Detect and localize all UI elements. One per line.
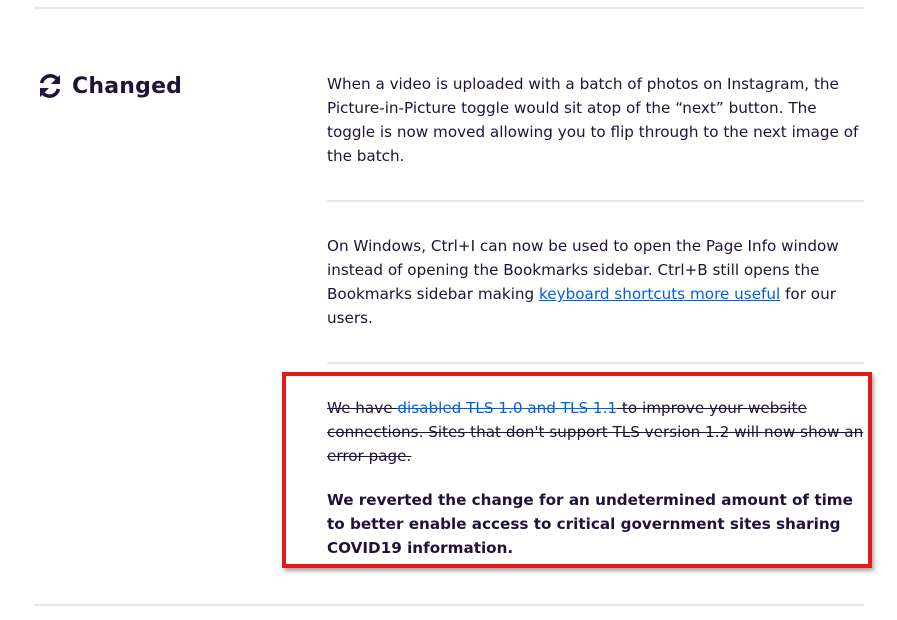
disabled-tls-link[interactable]: disabled TLS 1.0 and TLS 1.1 — [397, 399, 617, 417]
note-text: We have — [327, 399, 398, 417]
top-divider — [34, 7, 864, 9]
note-divider — [327, 200, 864, 202]
section-heading: Changed — [38, 70, 182, 102]
note-pip-toggle: When a video is uploaded with a batch of… — [327, 75, 859, 165]
note-divider — [327, 362, 864, 364]
note-keyboard-shortcut: On Windows, Ctrl+I can now be used to op… — [327, 234, 864, 330]
bottom-divider — [34, 604, 864, 606]
section-title: Changed — [72, 73, 183, 99]
refresh-icon — [38, 74, 62, 98]
keyboard-shortcuts-link[interactable]: keyboard shortcuts more useful — [539, 285, 780, 303]
note-tls-struck: We have disabled TLS 1.0 and TLS 1.1 to … — [327, 396, 867, 468]
note-tls-reverted: We reverted the change for an undetermin… — [327, 491, 853, 557]
